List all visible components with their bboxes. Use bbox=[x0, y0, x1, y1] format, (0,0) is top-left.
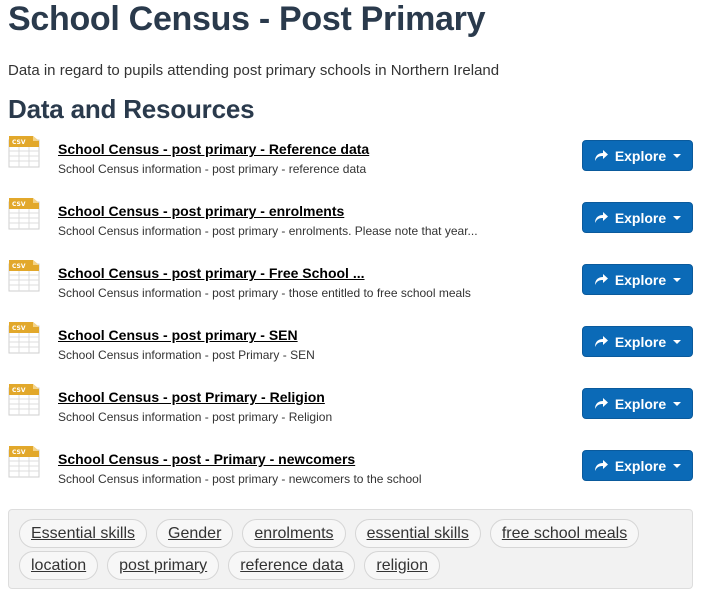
csv-file-icon: CSV bbox=[8, 382, 40, 416]
resource-item: CSV School Census - post - Primary - new… bbox=[0, 442, 703, 504]
tag-link[interactable]: reference data bbox=[228, 551, 356, 580]
explore-button[interactable]: Explore bbox=[582, 326, 693, 357]
resource-item: CSV School Census - post primary - Refer… bbox=[0, 132, 703, 194]
tag-list: Essential skills Gender enrolments essen… bbox=[8, 509, 693, 589]
resource-title-link[interactable]: School Census - post primary - Free Scho… bbox=[58, 265, 365, 281]
resource-description: School Census information - post primary… bbox=[58, 224, 478, 238]
caret-down-icon bbox=[673, 277, 682, 282]
share-arrow-icon bbox=[594, 149, 609, 162]
explore-button-label: Explore bbox=[614, 271, 667, 288]
csv-file-icon: CSV bbox=[8, 196, 40, 230]
share-arrow-icon bbox=[594, 397, 609, 410]
tag-row: Essential skills Gender enrolments essen… bbox=[19, 519, 640, 549]
tag-link[interactable]: free school meals bbox=[489, 519, 640, 548]
tag-link[interactable]: religion bbox=[364, 551, 440, 580]
share-arrow-icon bbox=[594, 459, 609, 472]
explore-button[interactable]: Explore bbox=[582, 264, 693, 295]
caret-down-icon bbox=[673, 339, 682, 344]
tag-link[interactable]: Gender bbox=[156, 519, 234, 548]
svg-text:CSV: CSV bbox=[12, 201, 26, 208]
svg-text:CSV: CSV bbox=[12, 325, 26, 332]
share-arrow-icon bbox=[594, 273, 609, 286]
explore-button[interactable]: Explore bbox=[582, 202, 693, 233]
resource-item: CSV School Census - post primary - SEN S… bbox=[0, 318, 703, 380]
svg-text:CSV: CSV bbox=[12, 387, 26, 394]
page-title: School Census - Post Primary bbox=[8, 0, 486, 38]
resource-list: CSV School Census - post primary - Refer… bbox=[0, 132, 703, 504]
tag-link[interactable]: enrolments bbox=[242, 519, 346, 548]
explore-button-label: Explore bbox=[614, 395, 667, 412]
caret-down-icon bbox=[673, 463, 682, 468]
resource-title-link[interactable]: School Census - post Primary - Religion bbox=[58, 389, 325, 405]
page-description: Data in regard to pupils attending post … bbox=[8, 62, 500, 79]
caret-down-icon bbox=[673, 153, 682, 158]
resources-heading: Data and Resources bbox=[8, 94, 255, 124]
resource-title-link[interactable]: School Census - post primary - enrolment… bbox=[58, 203, 344, 219]
resource-description: School Census information - post primary… bbox=[58, 286, 471, 300]
svg-text:CSV: CSV bbox=[12, 449, 26, 456]
resource-description: School Census information - post primary… bbox=[58, 472, 422, 486]
svg-text:CSV: CSV bbox=[12, 139, 26, 146]
explore-button-label: Explore bbox=[614, 457, 667, 474]
explore-button[interactable]: Explore bbox=[582, 388, 693, 419]
caret-down-icon bbox=[673, 401, 682, 406]
resource-item: CSV School Census - post primary - Free … bbox=[0, 256, 703, 318]
explore-button-label: Explore bbox=[614, 147, 667, 164]
tag-link[interactable]: location bbox=[19, 551, 99, 580]
resource-title-link[interactable]: School Census - post - Primary - newcome… bbox=[58, 451, 355, 467]
csv-file-icon: CSV bbox=[8, 258, 40, 292]
caret-down-icon bbox=[673, 215, 682, 220]
share-arrow-icon bbox=[594, 211, 609, 224]
explore-button[interactable]: Explore bbox=[582, 140, 693, 171]
resource-description: School Census information - post primary… bbox=[58, 162, 367, 176]
explore-button[interactable]: Explore bbox=[582, 450, 693, 481]
resource-description: School Census information - post primary… bbox=[58, 410, 333, 424]
resource-item: CSV School Census - post primary - enrol… bbox=[0, 194, 703, 256]
csv-file-icon: CSV bbox=[8, 134, 40, 168]
tag-link[interactable]: essential skills bbox=[354, 519, 481, 548]
tag-row: location post primary reference data rel… bbox=[19, 551, 440, 581]
resource-title-link[interactable]: School Census - post primary - Reference… bbox=[58, 141, 369, 157]
explore-button-label: Explore bbox=[614, 209, 667, 226]
svg-text:CSV: CSV bbox=[12, 263, 26, 270]
resource-item: CSV School Census - post Primary - Relig… bbox=[0, 380, 703, 442]
resource-title-link[interactable]: School Census - post primary - SEN bbox=[58, 327, 298, 343]
share-arrow-icon bbox=[594, 335, 609, 348]
csv-file-icon: CSV bbox=[8, 320, 40, 354]
tag-link[interactable]: post primary bbox=[107, 551, 220, 580]
resource-description: School Census information - post Primary… bbox=[58, 348, 315, 362]
csv-file-icon: CSV bbox=[8, 444, 40, 478]
tag-link[interactable]: Essential skills bbox=[19, 519, 148, 548]
explore-button-label: Explore bbox=[614, 333, 667, 350]
